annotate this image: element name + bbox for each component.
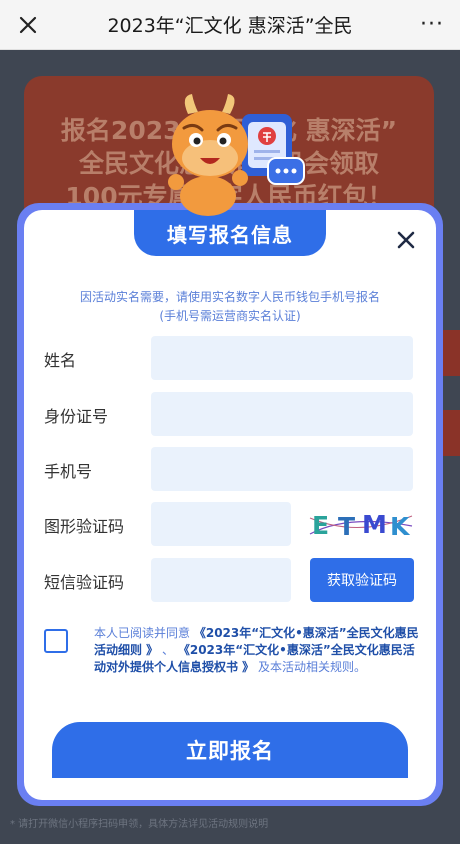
more-icon[interactable]: ··· (404, 0, 460, 50)
footer-note: * 请打开微信小程序扫码申领，具体方法详见活动规则说明 (10, 819, 269, 830)
captcha-label: 图形验证码 (44, 517, 125, 536)
sms-label: 短信验证码 (44, 573, 125, 592)
captcha-char: K (390, 512, 411, 541)
notice-line-2: (手机号需运营商实名认证) (159, 309, 301, 323)
submit-button[interactable]: 立即报名 (52, 722, 408, 778)
dragon-mascot-icon (150, 92, 310, 217)
captcha-image[interactable]: E T M K (308, 504, 414, 544)
name-row: 姓名 (24, 336, 436, 380)
registration-modal: 填写报名信息 因活动实名需要，请使用实名数字人民币钱包手机号报名 (手机号需运营… (24, 210, 436, 800)
captcha-char: T (338, 512, 355, 541)
name-label: 姓名 (44, 351, 77, 370)
agreement-separator: 、 (162, 643, 175, 657)
nav-bar: 2023年“汇文化 惠深活”全民 ··· (0, 0, 460, 50)
sms-code-input[interactable] (151, 558, 291, 602)
agreement-checkbox[interactable] (44, 629, 68, 653)
name-input[interactable] (151, 336, 413, 380)
notice-text: 因活动实名需要，请使用实名数字人民币钱包手机号报名 (手机号需运营商实名认证) (44, 288, 416, 326)
captcha-char: M (362, 510, 387, 539)
page-title: 2023年“汇文化 惠深活”全民 (107, 15, 353, 37)
agreement-suffix: 及本活动相关规则。 (258, 660, 367, 674)
phone-input[interactable] (151, 447, 413, 491)
captcha-char: E (312, 511, 329, 540)
close-icon[interactable] (0, 0, 56, 50)
captcha-row: 图形验证码 E T M K (24, 502, 436, 546)
phone-row: 手机号 (24, 447, 436, 491)
phone-label: 手机号 (44, 462, 93, 481)
id-row: 身份证号 (24, 392, 436, 436)
agreement-text: 本人已阅读并同意 《2023年“汇文化•惠深活”全民文化惠民活动细则 》 、 《… (94, 625, 424, 676)
captcha-input[interactable] (151, 502, 291, 546)
close-icon[interactable] (392, 226, 420, 254)
id-number-input[interactable] (151, 392, 413, 436)
id-label: 身份证号 (44, 407, 109, 426)
agreement-prefix: 本人已阅读并同意 (94, 626, 191, 640)
get-code-button[interactable]: 获取验证码 (310, 558, 414, 602)
sms-row: 短信验证码 获取验证码 (24, 558, 436, 602)
notice-line-1: 因活动实名需要，请使用实名数字人民币钱包手机号报名 (79, 290, 380, 304)
agreement-section: 本人已阅读并同意 《2023年“汇文化•惠深活”全民文化惠民活动细则 》 、 《… (44, 625, 424, 695)
